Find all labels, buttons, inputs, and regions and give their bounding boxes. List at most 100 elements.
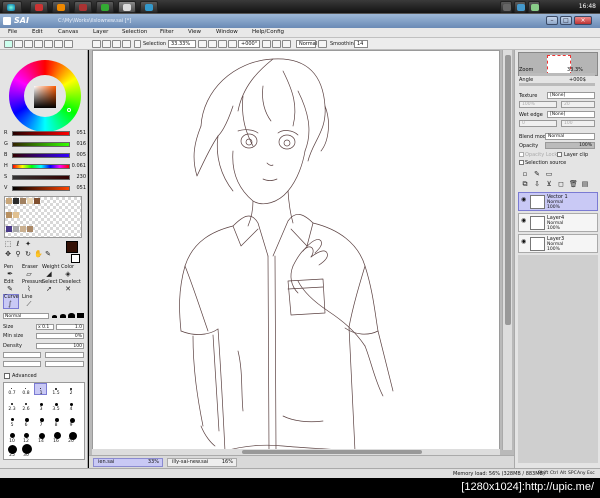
layer-blend-select[interactable]: Normal (545, 133, 595, 140)
layer-clip-checkbox[interactable] (557, 152, 562, 157)
slider-s[interactable]: S 230 (4, 174, 86, 181)
shape-icon[interactable] (52, 315, 57, 318)
eraser-icon[interactable]: ▱ (25, 270, 33, 278)
palette-toggle-icon[interactable] (34, 40, 43, 48)
tray-icon-3[interactable] (528, 1, 540, 13)
swatch-toggle-icon[interactable] (44, 40, 53, 48)
texture-select[interactable]: [None] (547, 92, 595, 99)
size-preset[interactable]: 14 (35, 439, 47, 444)
wet-edge-size-field[interactable]: 0 (519, 120, 557, 127)
hand-icon[interactable]: ✋ (34, 250, 43, 258)
persistence-field[interactable] (3, 361, 41, 367)
magic-wand-icon[interactable]: ✦ (24, 240, 32, 248)
size-field[interactable]: 1.0 (56, 324, 84, 330)
size-preset[interactable]: 2 (65, 391, 77, 396)
size-preset[interactable]: 9 (65, 423, 77, 428)
background-color[interactable] (71, 254, 80, 263)
horizontal-scroll-thumb[interactable] (242, 450, 422, 454)
menu-file[interactable]: File (8, 29, 17, 35)
swatch[interactable] (34, 198, 40, 204)
flip-icon[interactable] (318, 40, 327, 48)
minimize-icon[interactable]: – (546, 16, 558, 25)
swatch[interactable] (20, 226, 26, 232)
menu-view[interactable]: View (188, 29, 201, 35)
blend-mode-select[interactable]: Normal (296, 40, 317, 48)
color-tool-icon[interactable]: ◈ (64, 270, 72, 278)
close-icon[interactable]: × (574, 16, 592, 25)
swatch[interactable] (6, 226, 12, 232)
size-preset[interactable]: 0.7 (6, 391, 18, 396)
maximize-icon[interactable]: □ (560, 16, 572, 25)
zoom-fit-icon[interactable] (228, 40, 237, 48)
color-wheel-toggle-icon[interactable] (4, 40, 13, 48)
start-button[interactable] (2, 1, 22, 13)
size-preset[interactable]: 2.3 (6, 407, 18, 412)
doc-tab-active[interactable]: ien.sai 33% (93, 458, 163, 467)
lineart-drawing[interactable] (93, 51, 501, 451)
deselect-icon[interactable] (112, 40, 121, 48)
weight-icon[interactable]: ◢ (45, 270, 53, 278)
layer-item[interactable]: ◉ Layer3 Normal 100% (518, 234, 598, 253)
swatch[interactable] (6, 198, 12, 204)
zoom-in-icon[interactable] (198, 40, 207, 48)
size-preset[interactable]: 0.8 (20, 391, 32, 396)
swatch[interactable] (13, 212, 19, 218)
selection-checkbox[interactable] (134, 40, 141, 48)
new-layer-icon[interactable]: ▫ (521, 170, 529, 178)
rgb-toggle-icon[interactable] (14, 40, 23, 48)
slider-r[interactable]: R 051 (4, 130, 86, 137)
visibility-eye-icon[interactable]: ◉ (521, 217, 528, 224)
nav-zoom-slider[interactable] (519, 73, 595, 76)
taskbar-app-1[interactable] (30, 1, 48, 13)
slider-b[interactable]: B 005 (4, 152, 86, 159)
size-preset[interactable]: 16 (50, 439, 62, 444)
zoom-out-icon[interactable] (208, 40, 217, 48)
visibility-eye-icon[interactable]: ◉ (521, 238, 528, 245)
texture-field[interactable] (45, 361, 84, 367)
new-vector-layer-icon[interactable]: ✎ (533, 170, 541, 178)
layer-item[interactable]: ◉ Layer4 Normal 100% (518, 213, 598, 232)
lasso-icon[interactable]: ℓ (14, 240, 22, 248)
scratchpad-toggle-icon[interactable] (54, 40, 63, 48)
eyedropper-icon[interactable]: ✎ (44, 250, 52, 258)
brush-mode-select[interactable]: Normal (3, 313, 49, 319)
visibility-eye-icon[interactable]: ◉ (521, 196, 528, 203)
move-icon[interactable]: ✥ (4, 250, 12, 258)
slider-bar[interactable] (12, 142, 70, 147)
size-preset[interactable]: 1 (35, 391, 47, 396)
clear-layer-icon[interactable]: ◻ (557, 180, 565, 188)
toggle-icon[interactable] (64, 40, 73, 48)
smoothing-field[interactable]: 14 (354, 40, 368, 48)
new-folder-icon[interactable]: ▭ (545, 170, 553, 178)
taskbar-app-3[interactable] (74, 1, 92, 13)
redo-icon[interactable] (102, 40, 111, 48)
slider-bar[interactable] (12, 164, 70, 169)
taskbar-app-6[interactable] (140, 1, 158, 13)
menu-canvas[interactable]: Canvas (58, 29, 78, 35)
size-preset[interactable]: 10 (6, 439, 18, 444)
edit-icon[interactable]: ✎ (6, 285, 14, 293)
tray-icon-2[interactable] (514, 1, 526, 13)
menu-help-config[interactable]: Help/Config (252, 29, 284, 35)
nav-angle-slider[interactable] (519, 83, 595, 86)
window-titlebar[interactable]: SAI C:\My\Works\ilslownew.sai [*] – □ × (0, 14, 600, 28)
color-wheel[interactable] (9, 60, 81, 132)
wet-edge-fine-field[interactable]: 100 (561, 120, 595, 127)
taskbar-app-2[interactable] (52, 1, 70, 13)
slider-bar[interactable] (12, 153, 70, 158)
pressure-icon[interactable]: ⌇ (25, 285, 33, 293)
line-icon[interactable]: ⟋ (25, 300, 33, 308)
slider-h[interactable]: H 0.061 (4, 163, 86, 170)
slider-bar[interactable] (12, 186, 70, 191)
taskbar-app-4[interactable] (96, 1, 114, 13)
opacity-slider[interactable]: 100% (545, 142, 595, 149)
pen-icon[interactable]: ✒ (6, 270, 14, 278)
undo-icon[interactable] (92, 40, 101, 48)
menu-window[interactable]: Window (216, 29, 238, 35)
slider-bar[interactable] (12, 131, 70, 136)
menu-edit[interactable]: Edit (32, 29, 43, 35)
brush-shape-presets[interactable] (52, 313, 84, 319)
slider-bar[interactable] (12, 175, 70, 180)
deselect-tool-icon[interactable]: ✕ (64, 285, 72, 293)
swatch[interactable] (27, 198, 33, 204)
